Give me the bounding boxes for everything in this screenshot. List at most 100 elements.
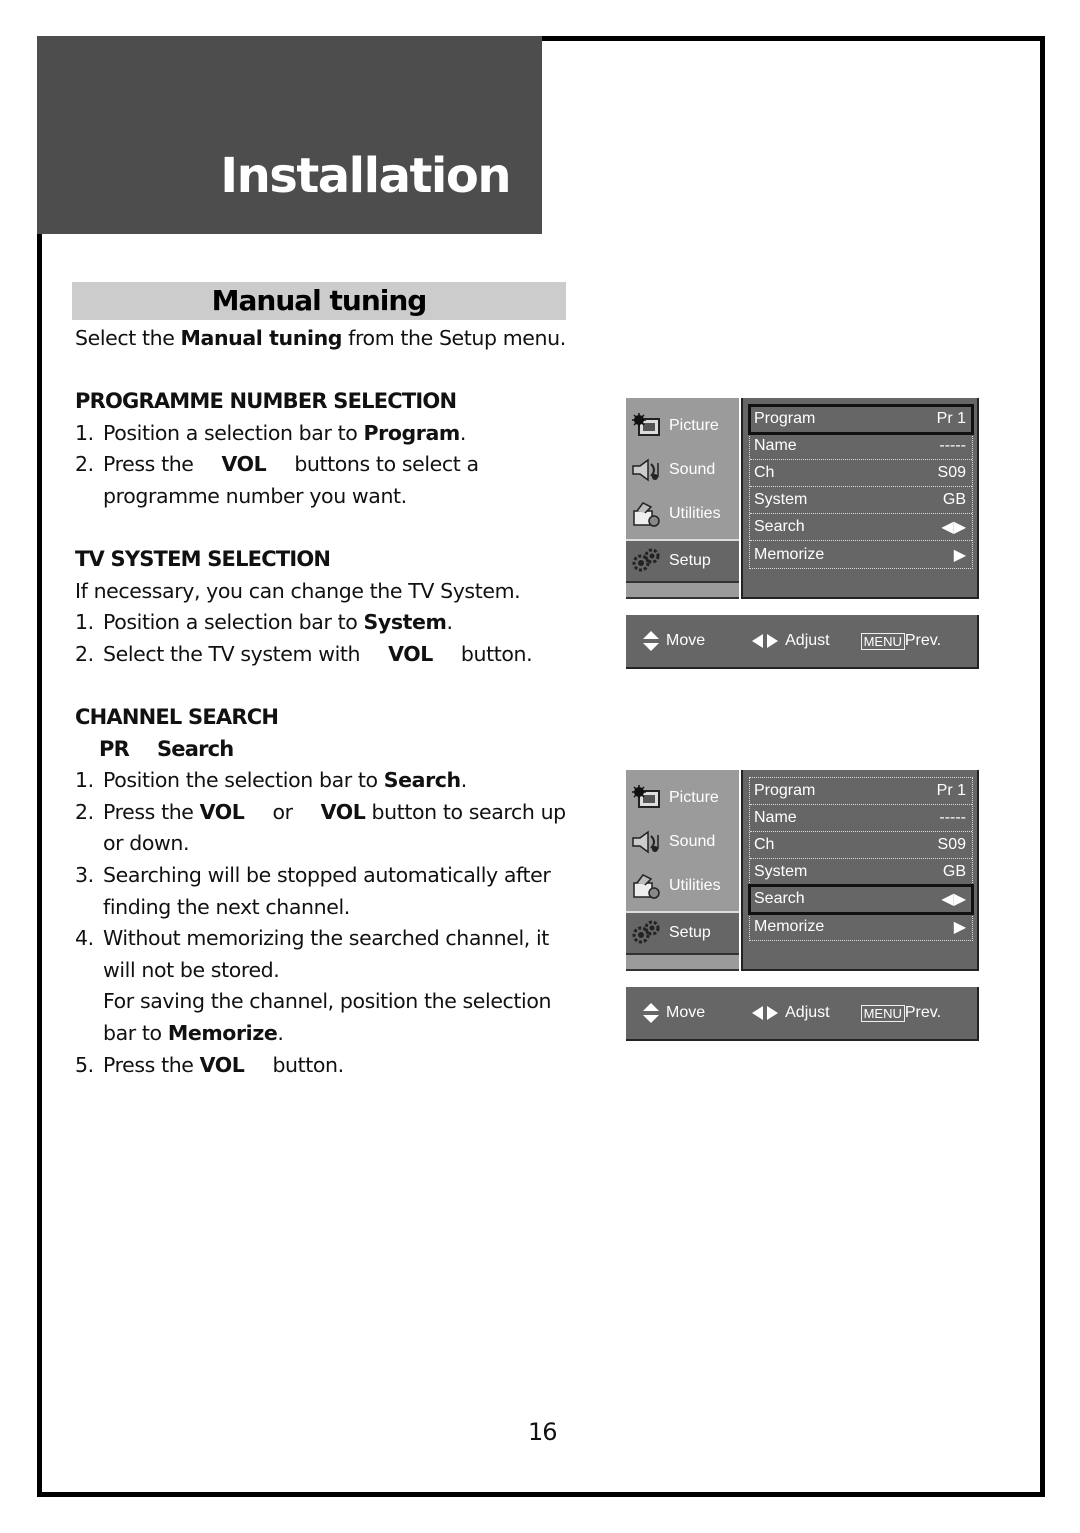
osd-sidebar-item-sound[interactable]: Sound [626, 448, 739, 492]
osd-footer-adjust: Adjust [751, 632, 830, 650]
osd-row-name[interactable]: Name ----- [750, 433, 972, 460]
osd-row-ch[interactable]: Ch S09 [750, 460, 972, 487]
osd-row-memorize[interactable]: Memorize ▶ [750, 913, 972, 940]
osd-footer-move: Move [642, 630, 705, 652]
osd-row-label: System [754, 863, 808, 880]
step-text-end: button. [272, 1052, 344, 1077]
osd-main-panel: Picture Sound Utilities Setup Program Pr 1 Nam… [626, 398, 979, 599]
osd-sidebar: Picture Sound Utilities Setup [626, 770, 739, 971]
step-bold: VOL [199, 1052, 245, 1077]
step-bold: System [363, 610, 447, 635]
osd-footer-adjust-label: Adjust [785, 1004, 830, 1021]
osd-footer-move-label: Move [666, 632, 706, 649]
osd-row-system[interactable]: System GB [750, 859, 972, 886]
osd-settings-list: Program Pr 1 Name ----- Ch S09 System GB Search ◀… [748, 404, 974, 569]
osd-footer-prev: MENU Prev. [860, 632, 941, 650]
osd-row-value: ▶ [953, 546, 966, 564]
step-text: Searching will be stopped automatically … [103, 862, 551, 887]
step-continuation: programme number you want. [103, 483, 407, 508]
step: 4. Without memorizing the searched chann… [75, 923, 575, 955]
setup-icon [631, 920, 661, 946]
osd-row-label: Ch [754, 836, 775, 853]
up-down-arrow-icon [643, 631, 659, 651]
step-text-end: . [277, 1020, 284, 1045]
step: 1. Position a selection bar to Program. [75, 418, 575, 450]
sub-heading-pr: PR [99, 736, 130, 761]
osd-sidebar-item-utilities[interactable]: Utilities [626, 492, 739, 536]
osd-sidebar-item-picture[interactable]: Picture [626, 404, 739, 448]
step-number: 1. [75, 420, 94, 445]
step-text: Press the [103, 799, 200, 824]
step-continuation: will not be stored. [103, 957, 280, 982]
osd-footer-move: Move [642, 1002, 705, 1024]
intro-paragraph: Select the Manual tuning from the Setup … [75, 323, 575, 355]
step-text: Select the TV system with [103, 641, 361, 666]
step-number: 3. [75, 862, 94, 887]
step-bold: Search [383, 768, 461, 793]
step-text-end: . [460, 768, 468, 793]
osd-sidebar-label: Setup [669, 924, 711, 941]
osd-row-label: Program [754, 410, 816, 427]
step-bold: VOL [199, 799, 245, 824]
osd-footer-prev: MENU Prev. [860, 1004, 941, 1022]
osd-sidebar-item-setup[interactable]: Setup [626, 539, 739, 583]
osd-row-value: Pr 1 [936, 410, 966, 427]
step-text: Position the selection bar to [103, 768, 384, 793]
osd-row-search[interactable]: Search ◀▶ [748, 884, 974, 915]
section-heading: CHANNEL SEARCH [75, 705, 279, 729]
osd-row-program[interactable]: Program Pr 1 [748, 404, 974, 435]
chapter-header: Installation [37, 36, 542, 234]
utilities-icon [631, 873, 661, 899]
step-continuation: finding the next channel. [103, 894, 350, 919]
step: 1. Position a selection bar to System. [75, 607, 575, 639]
section-intro: If necessary, you can change the TV Syst… [75, 578, 521, 603]
section-heading: TV SYSTEM SELECTION [75, 547, 331, 571]
step: 5. Press the VOL button. [75, 1050, 575, 1082]
osd-row-name[interactable]: Name ----- [750, 805, 972, 832]
left-right-arrow-icon [752, 1006, 779, 1020]
osd-sidebar-item-sound[interactable]: Sound [626, 820, 739, 864]
intro-text-end: from the Setup menu. [342, 326, 566, 350]
step-number: 2. [75, 452, 94, 477]
page-number: 16 [528, 1418, 558, 1446]
step: 1. Position the selection bar to Search. [75, 765, 575, 797]
step: 2. Select the TV system with VOL button. [75, 639, 575, 671]
osd-sidebar-item-picture[interactable]: Picture [626, 776, 739, 820]
step-continuation: For saving the channel, position the sel… [103, 989, 552, 1014]
osd-footer: Move Adjust MENU Prev. [626, 615, 979, 669]
sound-icon [631, 457, 661, 483]
osd-sidebar-label: Picture [669, 789, 719, 806]
intro-bold: Manual tuning [180, 326, 343, 350]
menu-key-icon: MENU [860, 1004, 905, 1022]
osd-sidebar-item-setup[interactable]: Setup [626, 911, 739, 955]
step-text: bar to [103, 1020, 168, 1045]
picture-icon [631, 413, 661, 439]
osd-row-search[interactable]: Search ◀▶ [750, 514, 972, 541]
osd-footer: Move Adjust MENU Prev. [626, 987, 979, 1041]
osd-row-system[interactable]: System GB [750, 487, 972, 514]
osd-sidebar-label: Utilities [669, 505, 721, 522]
intro-text: Select the [75, 326, 181, 350]
osd-sidebar-item-utilities[interactable]: Utilities [626, 864, 739, 908]
utilities-icon [631, 501, 661, 527]
osd-row-label: Name [754, 809, 797, 826]
osd-row-value: ----- [939, 437, 966, 454]
step-text-mid: or [272, 799, 293, 824]
step-text-end: buttons to select a [294, 452, 479, 477]
tv-system-section: TV SYSTEM SELECTION If necessary, you ca… [75, 544, 575, 670]
step-text: Press the [103, 452, 194, 477]
step-text: Press the [103, 1052, 200, 1077]
osd-sidebar-label: Sound [669, 461, 716, 478]
osd-row-value: S09 [937, 836, 966, 853]
step-number: 2. [75, 641, 94, 666]
osd-row-program[interactable]: Program Pr 1 [750, 778, 972, 805]
osd-row-value: GB [942, 863, 966, 880]
osd-footer-adjust-label: Adjust [785, 632, 830, 649]
step-text-end: button. [460, 641, 533, 666]
osd-menu-program: Picture Sound Utilities Setup Program Pr 1 Nam… [626, 398, 979, 669]
sub-heading-search: Search [156, 736, 234, 761]
osd-row-ch[interactable]: Ch S09 [750, 832, 972, 859]
channel-search-section: CHANNEL SEARCH PR Search 1. Position the … [75, 702, 575, 1081]
step-number: 1. [75, 768, 94, 793]
osd-row-memorize[interactable]: Memorize ▶ [750, 541, 972, 568]
